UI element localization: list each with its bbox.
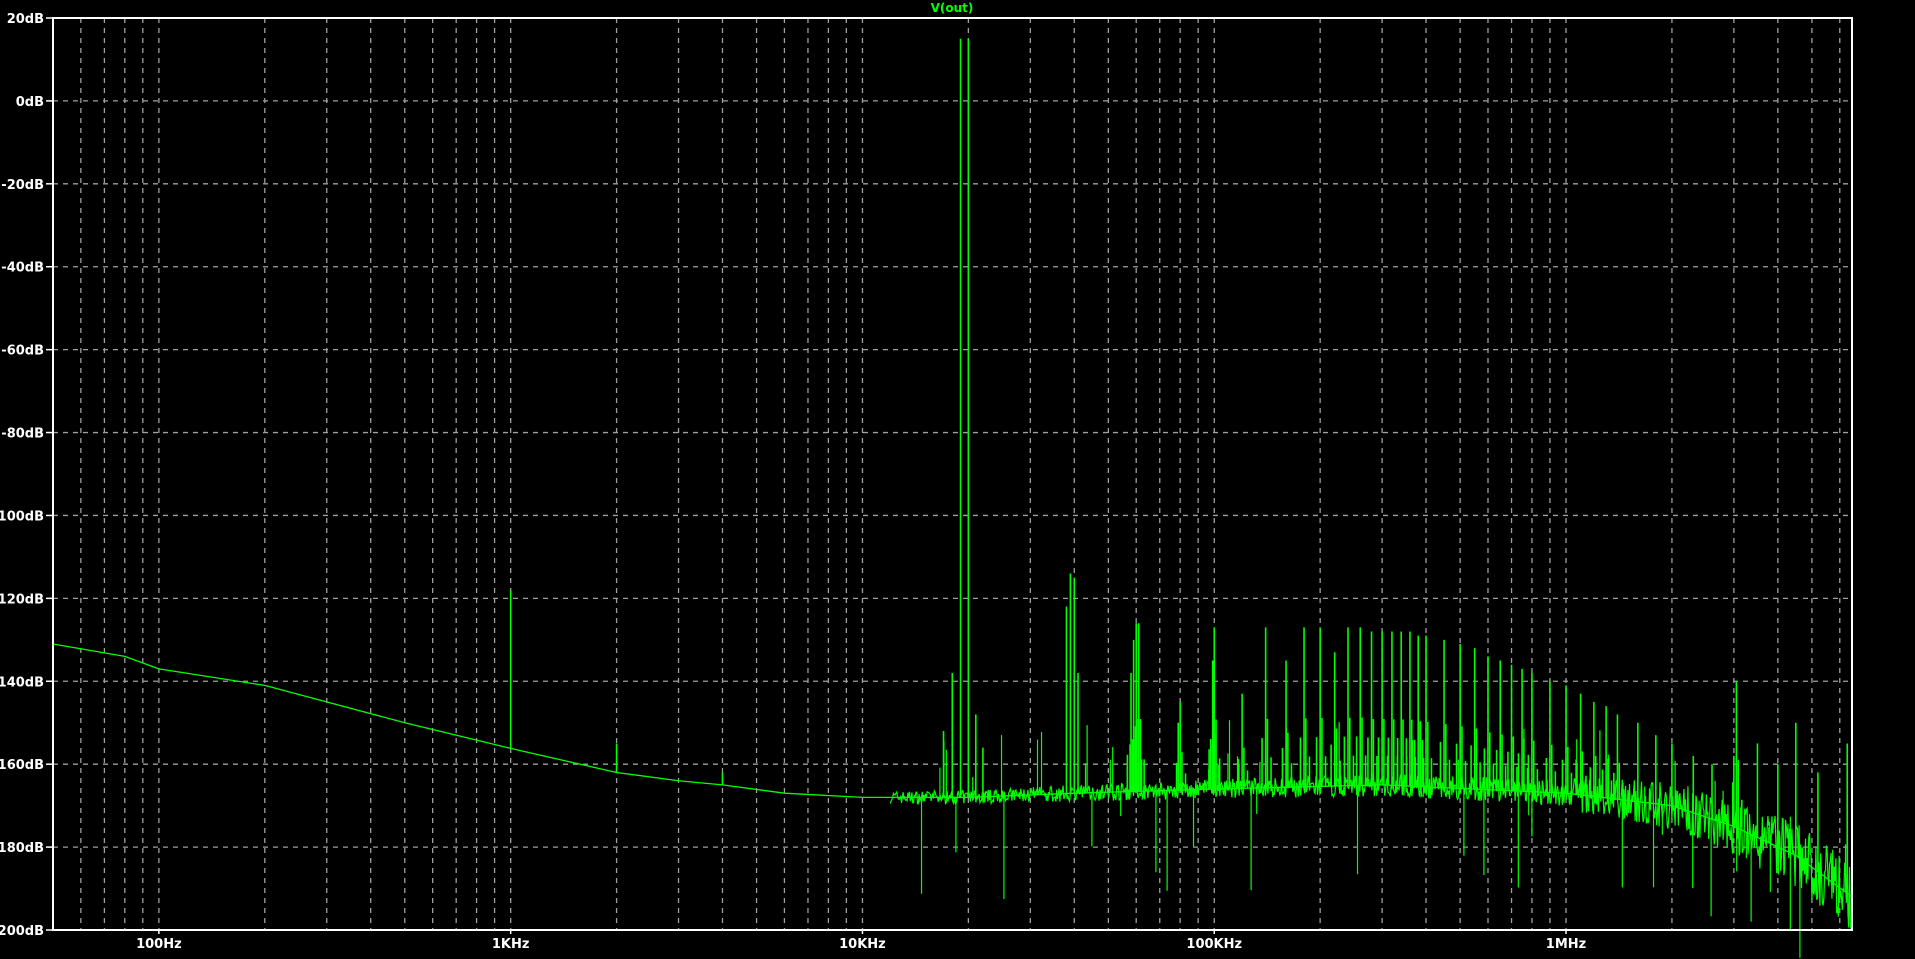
x-axis: 100Hz 1KHz 10KHz 100KHz 1MHz [136, 930, 1586, 952]
x-tick-label: 100KHz [1186, 937, 1242, 952]
y-tick-label: -40dB [1, 261, 44, 276]
y-tick-label: -60dB [1, 344, 44, 359]
y-tick-label: -140dB [0, 675, 44, 690]
noise-band [889, 773, 1853, 931]
y-tick-label: -180dB [0, 841, 44, 856]
trace-v-out [52, 38, 1853, 958]
y-tick-label: -200dB [0, 924, 44, 939]
x-tick-label: 1MHz [1546, 937, 1586, 952]
y-tick-label: -100dB [0, 509, 44, 524]
x-tick-label: 10KHz [839, 937, 886, 952]
y-tick-label: 0dB [16, 95, 44, 110]
chart-title: V(out) [931, 1, 974, 15]
y-axis: 20dB 0dB -20dB -40dB -60dB -80dB -100dB -120dB -… [0, 12, 53, 939]
x-tick-label: 100Hz [136, 937, 182, 952]
y-tick-label: -20dB [1, 178, 44, 193]
x-tick-label: 1KHz [492, 937, 530, 952]
y-tick-label: -80dB [1, 427, 44, 442]
y-tick-label: -160dB [0, 758, 44, 773]
y-tick-label: 20dB [7, 12, 44, 27]
spectrum-plot: 20dB 0dB -20dB -40dB -60dB -80dB -100dB -120dB -… [0, 1, 1853, 958]
y-tick-label: -120dB [0, 592, 44, 607]
